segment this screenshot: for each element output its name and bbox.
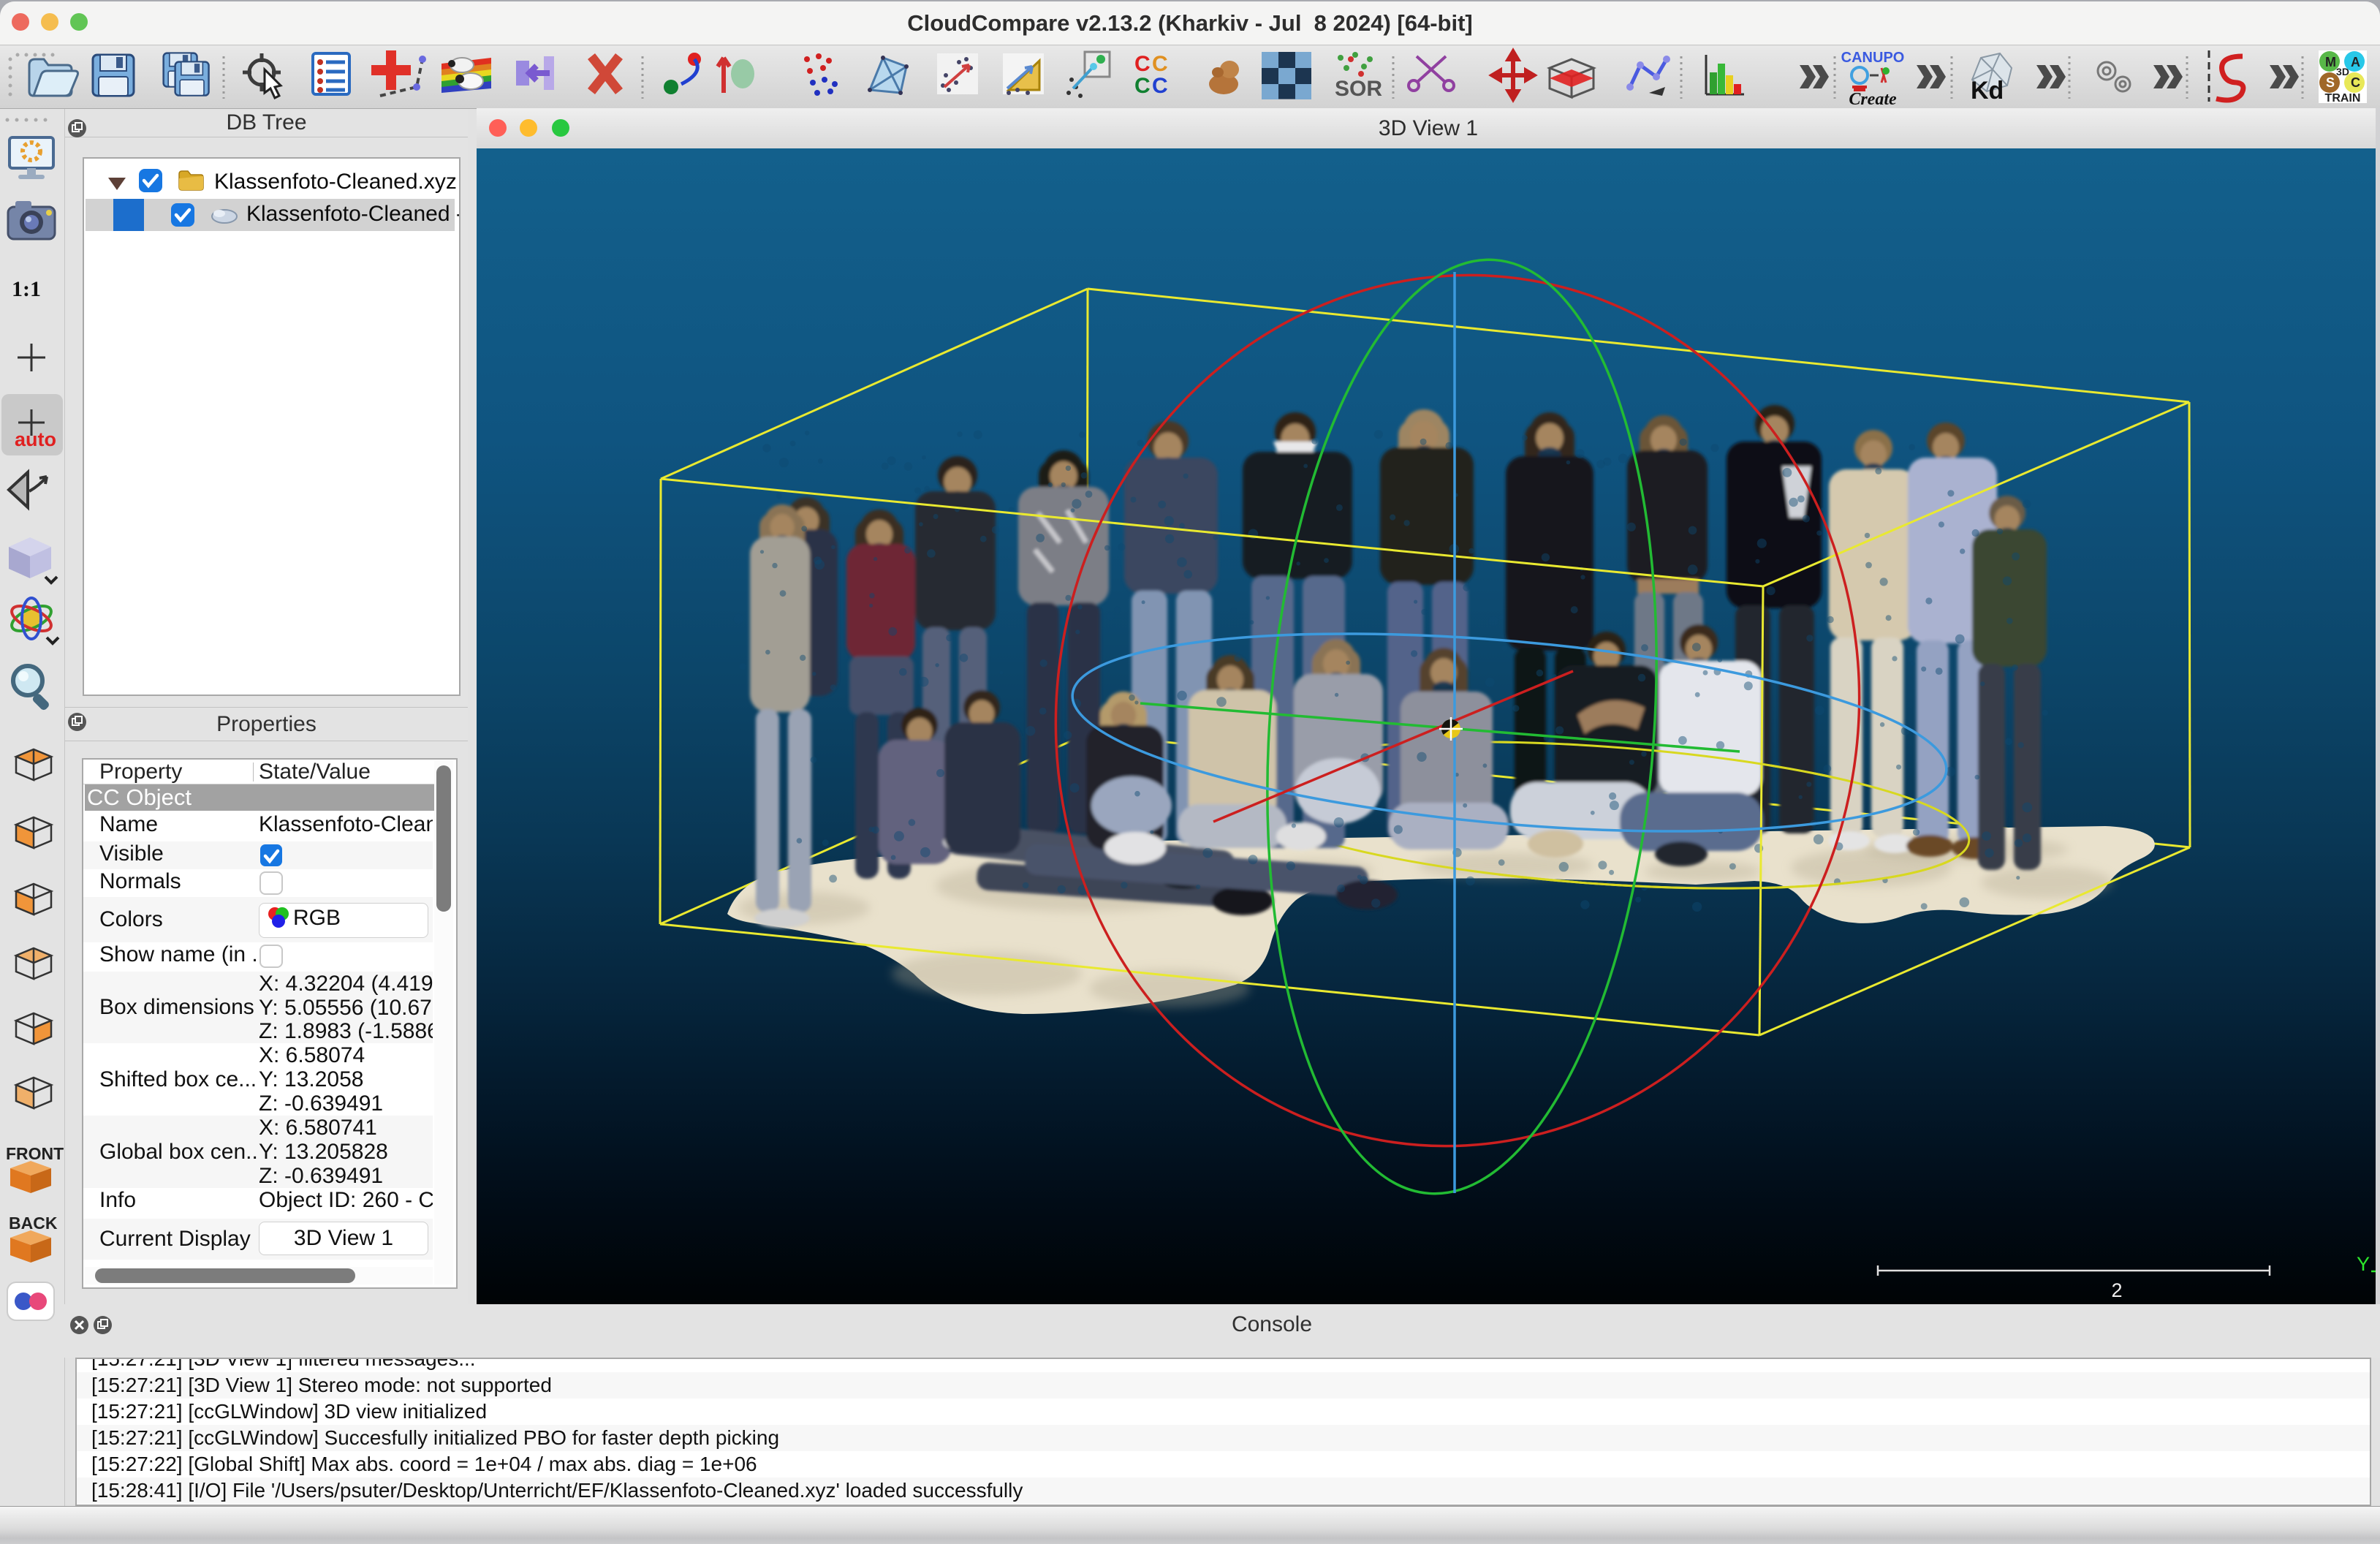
svg-text:M: M <box>2325 55 2336 69</box>
svg-text:1:1: 1:1 <box>12 277 41 301</box>
svg-text:C: C <box>1152 52 1168 76</box>
svg-text:TRAIN: TRAIN <box>2325 92 2361 105</box>
svg-text:Kd: Kd <box>1971 77 2004 105</box>
svg-text:auto: auto <box>15 428 56 450</box>
svg-text:Create: Create <box>1849 90 1897 108</box>
svg-text:S: S <box>2326 75 2335 90</box>
svg-text:SOR: SOR <box>1335 77 1382 101</box>
svg-text:C: C <box>1134 74 1151 98</box>
svg-text:C: C <box>1134 52 1151 76</box>
svg-text:C: C <box>1152 74 1168 98</box>
svg-text:CANUPO: CANUPO <box>1841 50 1905 66</box>
svg-text:FRONT: FRONT <box>6 1144 64 1163</box>
svg-text:A: A <box>2351 55 2360 69</box>
svg-text:3D: 3D <box>2336 66 2349 77</box>
svg-text:BACK: BACK <box>9 1214 58 1233</box>
svg-text:2: 2 <box>2111 1279 2122 1301</box>
svg-text:Y: Y <box>2357 1253 2370 1275</box>
svg-text:C: C <box>2351 75 2360 90</box>
